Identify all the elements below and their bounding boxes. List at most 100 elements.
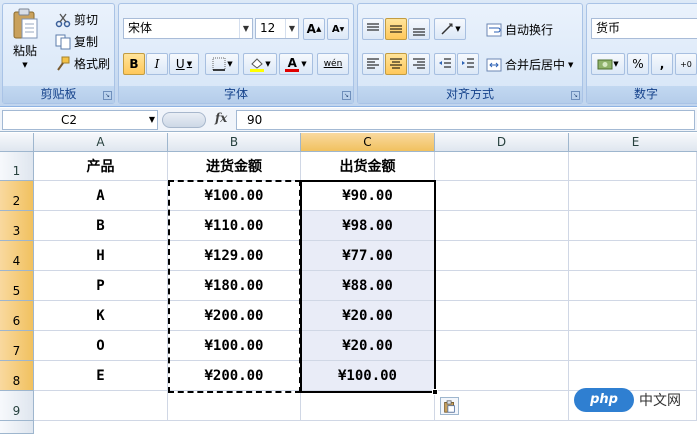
table-cell[interactable]: ¥88.00 <box>301 271 435 301</box>
table-cell[interactable] <box>435 211 569 241</box>
table-cell[interactable]: E <box>34 361 168 391</box>
merge-center-button[interactable]: 合并后居中 ▼ <box>486 56 573 73</box>
format-painter-button[interactable]: 格式刷 <box>55 55 110 72</box>
increase-indent-button[interactable] <box>457 53 479 75</box>
font-name-select[interactable]: 宋体 ▼ <box>123 18 253 39</box>
comma-style-button[interactable]: , <box>651 53 673 75</box>
row-header-8[interactable]: 8 <box>0 361 34 391</box>
cut-button[interactable]: 剪切 <box>55 11 98 28</box>
column-header-c[interactable]: C <box>301 133 435 152</box>
table-cell[interactable] <box>569 271 697 301</box>
row-header-5[interactable]: 5 <box>0 271 34 301</box>
underline-button[interactable]: U ▼ <box>169 53 199 75</box>
fill-color-button[interactable]: ▼ <box>243 53 277 75</box>
row-header-4[interactable]: 4 <box>0 241 34 271</box>
paste-options-button[interactable] <box>440 397 459 415</box>
table-cell[interactable] <box>569 181 697 211</box>
table-cell[interactable]: ¥77.00 <box>301 241 435 271</box>
table-cell[interactable]: ¥200.00 <box>168 361 301 391</box>
decrease-indent-button[interactable] <box>434 53 456 75</box>
column-header-d[interactable]: D <box>435 133 569 152</box>
table-cell[interactable]: ¥100.00 <box>168 331 301 361</box>
cell-a1[interactable]: 产品 <box>34 152 168 181</box>
font-size-select[interactable]: 12 ▼ <box>255 18 299 39</box>
align-top-button[interactable] <box>362 18 384 40</box>
phonetic-guide-button[interactable]: wén <box>317 53 349 75</box>
name-box[interactable]: C2 ▼ <box>2 110 158 130</box>
table-cell[interactable]: ¥20.00 <box>301 331 435 361</box>
row-header-3[interactable]: 3 <box>0 211 34 241</box>
column-header-a[interactable]: A <box>34 133 168 152</box>
table-cell[interactable] <box>435 361 569 391</box>
increase-decimal-button[interactable]: +0 <box>675 53 697 75</box>
insert-function-icon[interactable]: fx <box>215 111 227 125</box>
alignment-dialog-launcher-icon[interactable]: ↘ <box>571 91 580 100</box>
column-header-b[interactable]: B <box>168 133 301 152</box>
bold-button[interactable]: B <box>123 53 145 75</box>
table-cell[interactable]: K <box>34 301 168 331</box>
row-header-7[interactable]: 7 <box>0 331 34 361</box>
cell-b1[interactable]: 进货金额 <box>168 152 301 181</box>
row-header-2[interactable]: 2 <box>0 181 34 211</box>
wrap-text-button[interactable]: 自动换行 <box>486 21 553 38</box>
column-header-e[interactable]: E <box>569 133 697 152</box>
cell-d1[interactable] <box>435 152 569 181</box>
table-cell[interactable]: ¥129.00 <box>168 241 301 271</box>
paste-dropdown-icon[interactable]: ▼ <box>22 61 27 69</box>
align-right-button[interactable] <box>408 53 430 75</box>
font-dialog-launcher-icon[interactable]: ↘ <box>342 91 351 100</box>
table-cell[interactable] <box>435 271 569 301</box>
table-cell[interactable]: ¥200.00 <box>168 301 301 331</box>
formula-bar-resize-handle[interactable] <box>162 112 206 128</box>
font-color-button[interactable]: A ▼ <box>279 53 313 75</box>
table-cell[interactable] <box>569 361 697 391</box>
clipboard-dialog-launcher-icon[interactable]: ↘ <box>103 91 112 100</box>
table-cell[interactable] <box>569 301 697 331</box>
cell-c1[interactable]: 出货金额 <box>301 152 435 181</box>
fill-handle[interactable] <box>432 389 438 395</box>
table-cell[interactable]: ¥90.00 <box>301 181 435 211</box>
table-cell[interactable]: P <box>34 271 168 301</box>
table-cell[interactable] <box>569 211 697 241</box>
table-cell[interactable]: ¥100.00 <box>301 361 435 391</box>
row-header-1[interactable]: 1 <box>0 152 34 181</box>
table-cell[interactable] <box>569 331 697 361</box>
table-cell[interactable] <box>435 331 569 361</box>
table-cell[interactable] <box>435 181 569 211</box>
row-header-6[interactable]: 6 <box>0 301 34 331</box>
table-cell[interactable]: ¥20.00 <box>301 301 435 331</box>
table-cell[interactable]: ¥180.00 <box>168 271 301 301</box>
align-center-button[interactable] <box>385 53 407 75</box>
table-cell[interactable] <box>435 301 569 331</box>
copy-button[interactable]: 复制 <box>55 33 98 50</box>
table-cell[interactable] <box>301 391 435 421</box>
borders-button[interactable]: ▼ <box>205 53 239 75</box>
row-header-9[interactable]: 9 <box>0 391 34 421</box>
number-format-select[interactable]: 货币 <box>591 18 697 39</box>
table-cell[interactable] <box>569 241 697 271</box>
table-cell[interactable]: B <box>34 211 168 241</box>
align-left-button[interactable] <box>362 53 384 75</box>
table-cell[interactable]: ¥98.00 <box>301 211 435 241</box>
table-cell[interactable]: ¥100.00 <box>168 181 301 211</box>
formula-input[interactable]: 90 <box>236 110 695 130</box>
chevron-down-icon[interactable]: ▼ <box>568 61 573 69</box>
orientation-button[interactable]: ▼ <box>434 18 466 40</box>
table-cell[interactable] <box>435 241 569 271</box>
accounting-format-button[interactable]: ▼ <box>591 53 625 75</box>
align-middle-button[interactable] <box>385 18 407 40</box>
table-cell[interactable] <box>34 391 168 421</box>
paste-button[interactable]: 粘贴 ▼ <box>11 8 39 69</box>
table-cell[interactable]: O <box>34 331 168 361</box>
table-cell[interactable]: H <box>34 241 168 271</box>
table-cell[interactable] <box>168 391 301 421</box>
cell-e1[interactable] <box>569 152 697 181</box>
grow-font-button[interactable]: A ▲ <box>303 18 325 40</box>
shrink-font-button[interactable]: A ▼ <box>327 18 349 40</box>
percent-style-button[interactable]: % <box>627 53 649 75</box>
row-header-10[interactable] <box>0 421 34 434</box>
table-cell[interactable]: A <box>34 181 168 211</box>
chevron-down-icon[interactable]: ▼ <box>149 111 155 129</box>
select-all-button[interactable] <box>0 133 34 152</box>
italic-button[interactable]: I <box>146 53 168 75</box>
